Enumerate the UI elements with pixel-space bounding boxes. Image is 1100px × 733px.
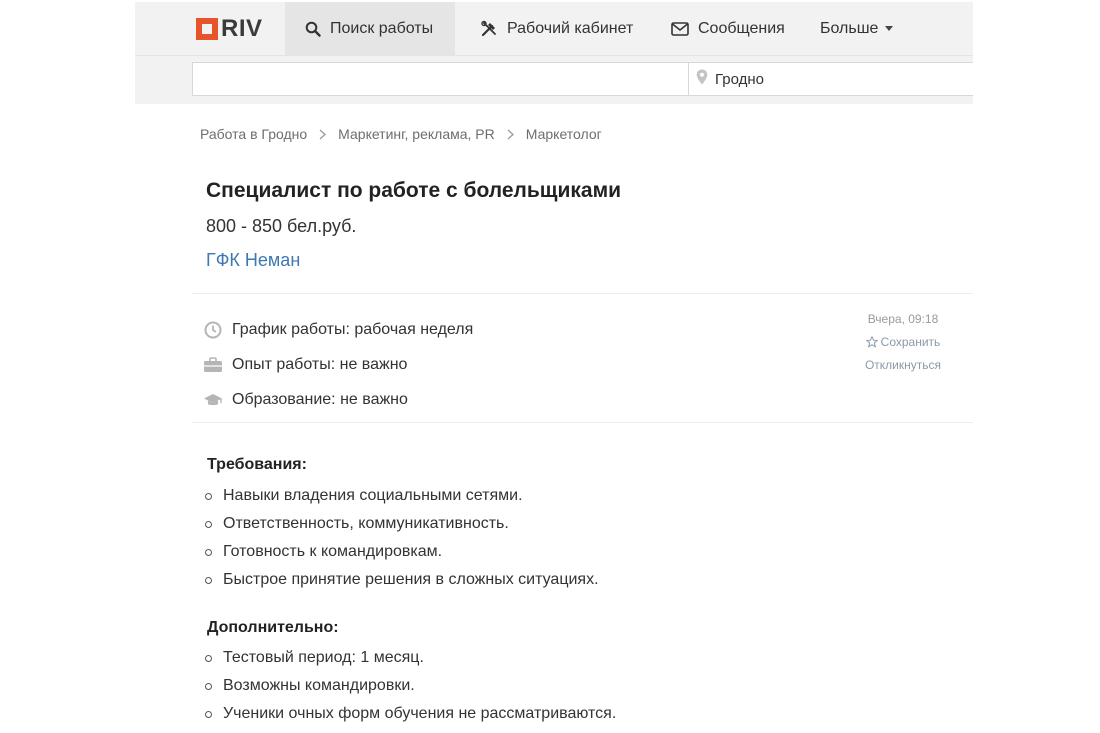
attribute-schedule: График работы: рабочая неделя [203,312,473,347]
logo-text: RIV [221,15,263,42]
list-item: Возможны командировки. [205,672,616,700]
list-item: Тестовый период: 1 месяц. [205,644,616,672]
list-item-text: Ученики очных форм обучения не рассматри… [223,705,617,722]
breadcrumb-item[interactable]: Маркетинг, реклама, PR [338,126,495,142]
attribute-text: График работы: рабочая неделя [232,320,474,338]
chevron-right-icon [507,129,514,140]
job-title: Специалист по работе с болельщиками [206,179,622,202]
bullet-icon [205,682,212,690]
caret-down-icon [885,26,894,31]
city-selector[interactable]: Гродно [688,62,973,96]
chevron-right-icon [319,129,327,140]
salary: 800 - 850 бел.руб. [206,216,357,236]
list-item-text: Тестовый период: 1 месяц. [223,649,424,666]
nav-work-cabinet-label: Рабочий кабинет [507,19,634,37]
list-item: Навыки владения социальными сетями. [205,482,599,510]
clock-icon [203,321,223,339]
save-label: Сохранить [880,335,941,349]
bullet-icon [205,520,212,528]
attribute-experience: Опыт работы: не важно [203,347,473,382]
bullet-icon [205,548,212,556]
attribute-text: Опыт работы: не важно [232,355,408,373]
requirements-list: Навыки владения социальными сетями. Отве… [205,482,599,594]
nav-search-jobs-label: Поиск работы [330,19,434,37]
list-item-text: Быстрое принятие решения в сложных ситуа… [223,571,599,588]
additional-list: Тестовый период: 1 месяц. Возможны коман… [205,644,616,728]
tools-icon [480,20,498,38]
list-item-text: Возможны командировки. [223,677,415,694]
divider [192,422,973,423]
nav-work-cabinet[interactable]: Рабочий кабинет [460,2,653,55]
star-icon [865,336,878,348]
list-item: Готовность к командировкам. [205,538,599,566]
requirements-title: Требования: [207,456,307,473]
bullet-icon [205,654,212,662]
briefcase-icon [203,356,223,373]
list-item: Быстрое принятие решения в сложных ситуа… [205,566,599,594]
attribute-text: Образование: не важно [232,390,408,408]
list-item-text: Ответственность, коммуникативность. [223,515,509,532]
list-item-text: Навыки владения социальными сетями. [223,487,523,504]
additional-title: Дополнительно: [207,619,339,636]
graduation-cap-icon [203,392,223,408]
nav-more-dropdown[interactable]: Больше [800,2,913,55]
list-item-text: Готовность к командировкам. [223,543,443,560]
bullet-icon [205,576,212,584]
search-bar: Гродно [135,56,973,104]
search-icon [305,21,321,37]
top-navigation: RIV Поиск работы Рабочий кабинет Сообщен… [135,2,973,56]
bullet-icon [205,492,212,500]
job-attributes: График работы: рабочая неделя Опыт работ… [203,312,473,417]
attribute-education: Образование: не важно [203,382,473,417]
envelope-icon [671,21,689,36]
city-value: Гродно [715,70,765,88]
list-item: Ответственность, коммуникативность. [205,510,599,538]
save-button[interactable]: Сохранить [865,335,941,349]
nav-more-label: Больше [820,19,879,37]
breadcrumb-item[interactable]: Работа в Гродно [200,126,307,142]
breadcrumb-item[interactable]: Маркетолог [526,126,602,142]
page-frame: RIV Поиск работы Рабочий кабинет Сообщен… [135,0,973,733]
nav-messages-label: Сообщения [698,19,785,37]
nav-messages[interactable]: Сообщения [651,2,805,55]
company-link[interactable]: ГФК Неман [206,250,300,271]
location-pin-icon [696,69,708,90]
logo-icon [196,18,218,40]
list-item: Ученики очных форм обучения не рассматри… [205,700,616,728]
respond-link[interactable]: Откликнуться [863,358,943,372]
vacancy-meta: Вчера, 09:18 Сохранить Откликнуться [863,312,943,372]
divider [192,293,973,294]
site-logo[interactable]: RIV [196,17,263,41]
breadcrumb: Работа в Гродно Маркетинг, реклама, PR М… [200,126,602,142]
search-input[interactable] [192,62,689,96]
posted-time: Вчера, 09:18 [867,312,939,326]
nav-search-jobs[interactable]: Поиск работы [285,2,455,55]
bullet-icon [205,710,212,718]
